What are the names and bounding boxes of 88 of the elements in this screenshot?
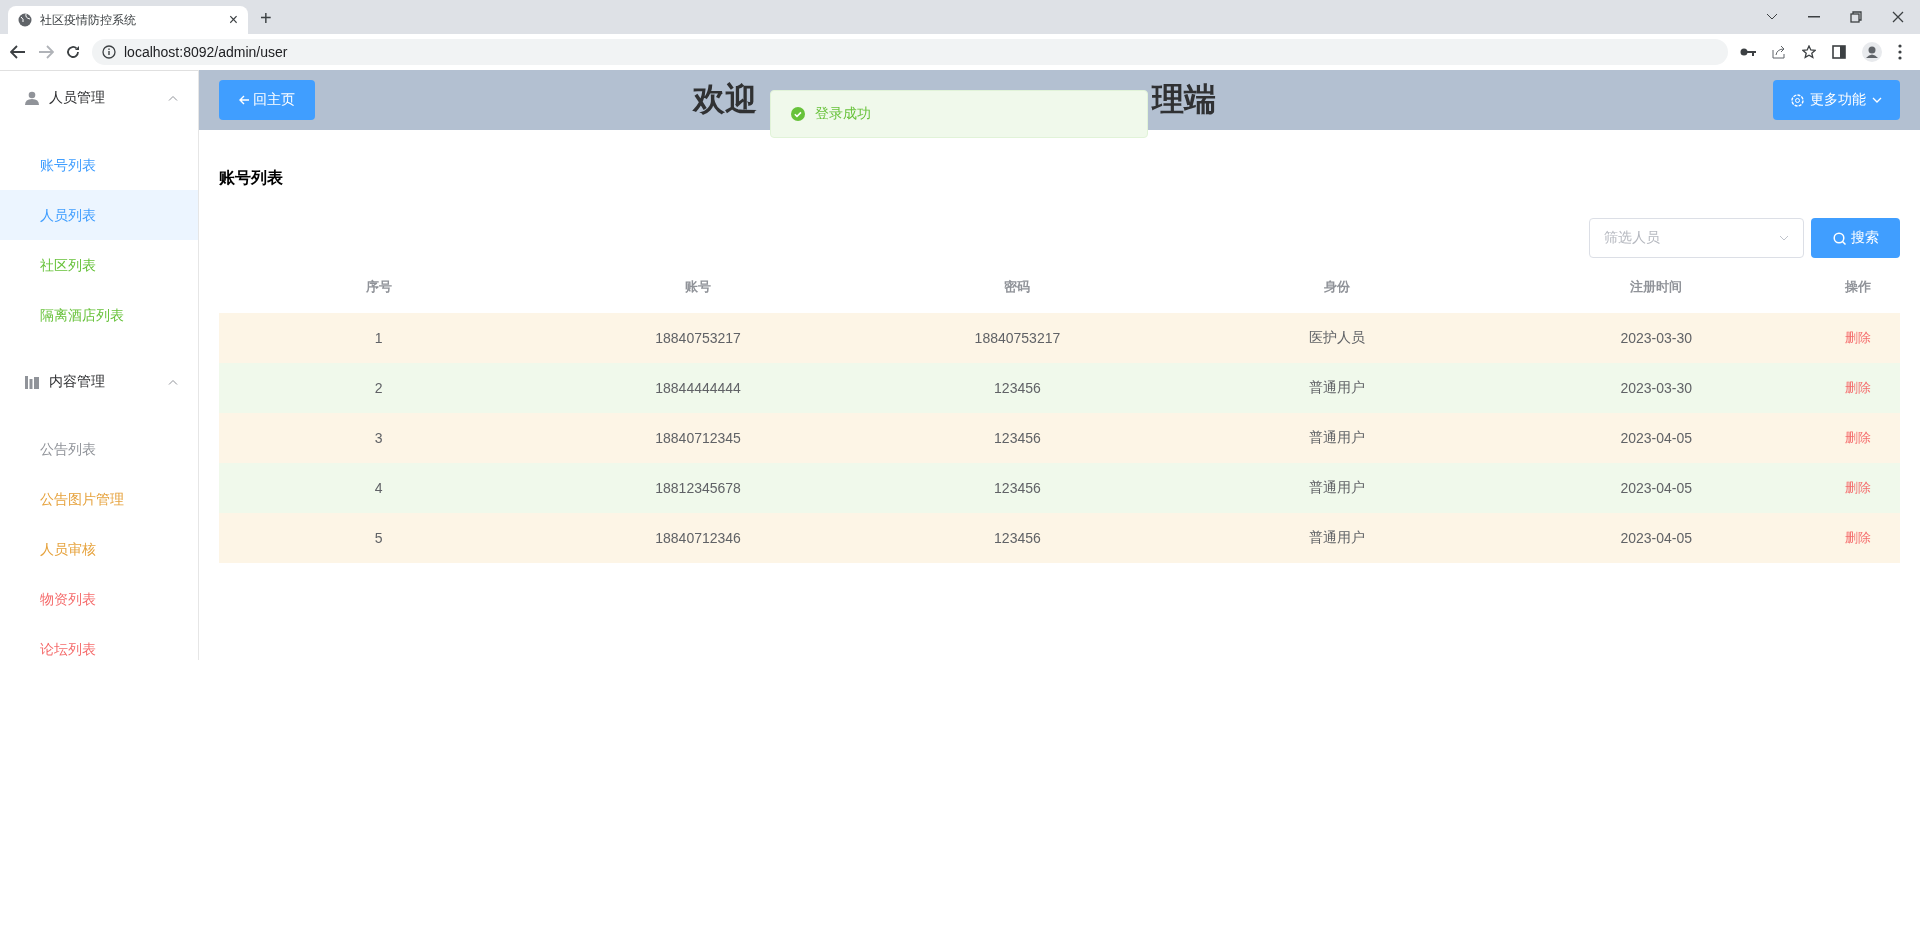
table-cell: 123456 [994, 530, 1041, 546]
table-cell: 123456 [994, 480, 1041, 496]
address-bar[interactable]: localhost:8092/admin/user [92, 39, 1728, 65]
toast-message: 登录成功 [815, 105, 871, 123]
table-cell: 普通用户 [1308, 529, 1365, 545]
sidebar-item[interactable]: 人员列表 [0, 190, 198, 240]
table-cell: 18844444444 [655, 380, 741, 396]
sidebar-item[interactable]: 人员审核 [0, 524, 198, 574]
new-tab-button[interactable]: + [260, 7, 272, 30]
person-icon [25, 91, 39, 105]
sidebar-item[interactable]: 账号列表 [0, 140, 198, 190]
menu-icon [1898, 44, 1902, 60]
column-header: 密码 [1004, 279, 1031, 294]
more-features-button[interactable]: 更多功能 [1773, 80, 1900, 120]
globe-icon [18, 13, 32, 27]
sidebar-item[interactable]: 物资列表 [0, 574, 198, 624]
chevron-down-icon [1779, 235, 1789, 241]
table-cell: 2 [374, 380, 383, 396]
star-icon [1802, 45, 1816, 59]
info-icon [102, 45, 116, 59]
page-heading-end: 理端 [1152, 80, 1216, 119]
gear-icon [1791, 93, 1804, 107]
sidebar-item[interactable]: 公告图片管理 [0, 474, 198, 524]
minimize-icon [1808, 16, 1820, 18]
delete-link[interactable]: 删除 [1844, 530, 1871, 545]
placeholder-text: 筛选人员 [1604, 229, 1660, 247]
table-cell: 2023-04-05 [1620, 480, 1692, 496]
delete-link[interactable]: 删除 [1844, 430, 1871, 445]
column-header: 序号 [365, 279, 392, 294]
table-cell: 4 [374, 480, 383, 496]
left-arrow-icon [239, 95, 249, 105]
filter-select[interactable]: 筛选人员 [1589, 218, 1804, 258]
search-icon [1832, 231, 1846, 245]
table-cell: 2023-04-05 [1620, 530, 1692, 546]
column-header: 注册时间 [1630, 279, 1683, 294]
forward-arrow-icon [38, 45, 54, 59]
table-cell: 普通用户 [1308, 429, 1365, 445]
table-cell: 1 [374, 330, 383, 346]
table-cell: 123456 [994, 380, 1041, 396]
sidebar-item[interactable]: 论坛列表 [0, 624, 198, 674]
table-cell: 18840712345 [655, 430, 741, 446]
column-header: 操作 [1844, 279, 1871, 294]
sidebar-item[interactable]: 隔离酒店列表 [0, 290, 198, 340]
close-tab-button[interactable]: × [228, 11, 238, 29]
browser-tab[interactable]: 社区疫情防控系统 × [8, 6, 248, 34]
chevron-down-icon [1766, 13, 1778, 21]
table-cell: 3 [374, 430, 383, 446]
table-cell: 2023-03-30 [1620, 330, 1692, 346]
restore-icon [1850, 11, 1862, 23]
delete-link[interactable]: 删除 [1844, 380, 1871, 395]
key-icon [1740, 47, 1756, 57]
url-text: localhost:8092/admin/user [124, 44, 288, 60]
table-cell: 5 [374, 530, 383, 546]
check-circle-icon [791, 107, 805, 121]
page-heading-start: 欢迎 [693, 80, 757, 119]
back-arrow-icon [10, 45, 26, 59]
menu-group-label: 人员管理 [49, 89, 106, 107]
section-title: 账号列表 [219, 169, 283, 186]
delete-link[interactable]: 删除 [1844, 480, 1871, 495]
table-cell: 医护人员 [1308, 329, 1365, 345]
close-icon [1892, 11, 1904, 23]
table-cell: 2023-03-30 [1620, 380, 1692, 396]
chevron-down-icon [1872, 97, 1882, 103]
search-button[interactable]: 搜索 [1811, 218, 1900, 258]
table-cell: 2023-04-05 [1620, 430, 1692, 446]
side-panel-icon [1832, 45, 1846, 59]
profile-icon [1862, 42, 1882, 62]
sidebar-item[interactable]: 公告列表 [0, 424, 198, 474]
menu-group-header[interactable]: 人员管理 [0, 70, 198, 126]
table-cell: 18812345678 [655, 480, 741, 496]
sidebar-item[interactable]: 社区列表 [0, 240, 198, 290]
share-icon [1772, 45, 1786, 59]
back-home-button[interactable]: 回主页 [219, 80, 315, 120]
table-cell: 普通用户 [1308, 379, 1365, 395]
column-header: 身份 [1323, 279, 1350, 294]
chevron-icon [168, 95, 178, 101]
column-header: 账号 [685, 279, 712, 294]
table-cell: 123456 [994, 430, 1041, 446]
table-cell: 普通用户 [1308, 479, 1365, 495]
reload-icon [66, 45, 80, 59]
chevron-icon [168, 379, 178, 385]
menu-group-header[interactable]: 内容管理 [0, 354, 198, 410]
menu-group-label: 内容管理 [49, 373, 106, 391]
table-cell: 18840753217 [974, 330, 1061, 346]
table-cell: 18840753217 [655, 330, 741, 346]
table-cell: 18840712346 [655, 530, 741, 546]
delete-link[interactable]: 删除 [1844, 330, 1871, 345]
chart-icon [25, 375, 39, 389]
